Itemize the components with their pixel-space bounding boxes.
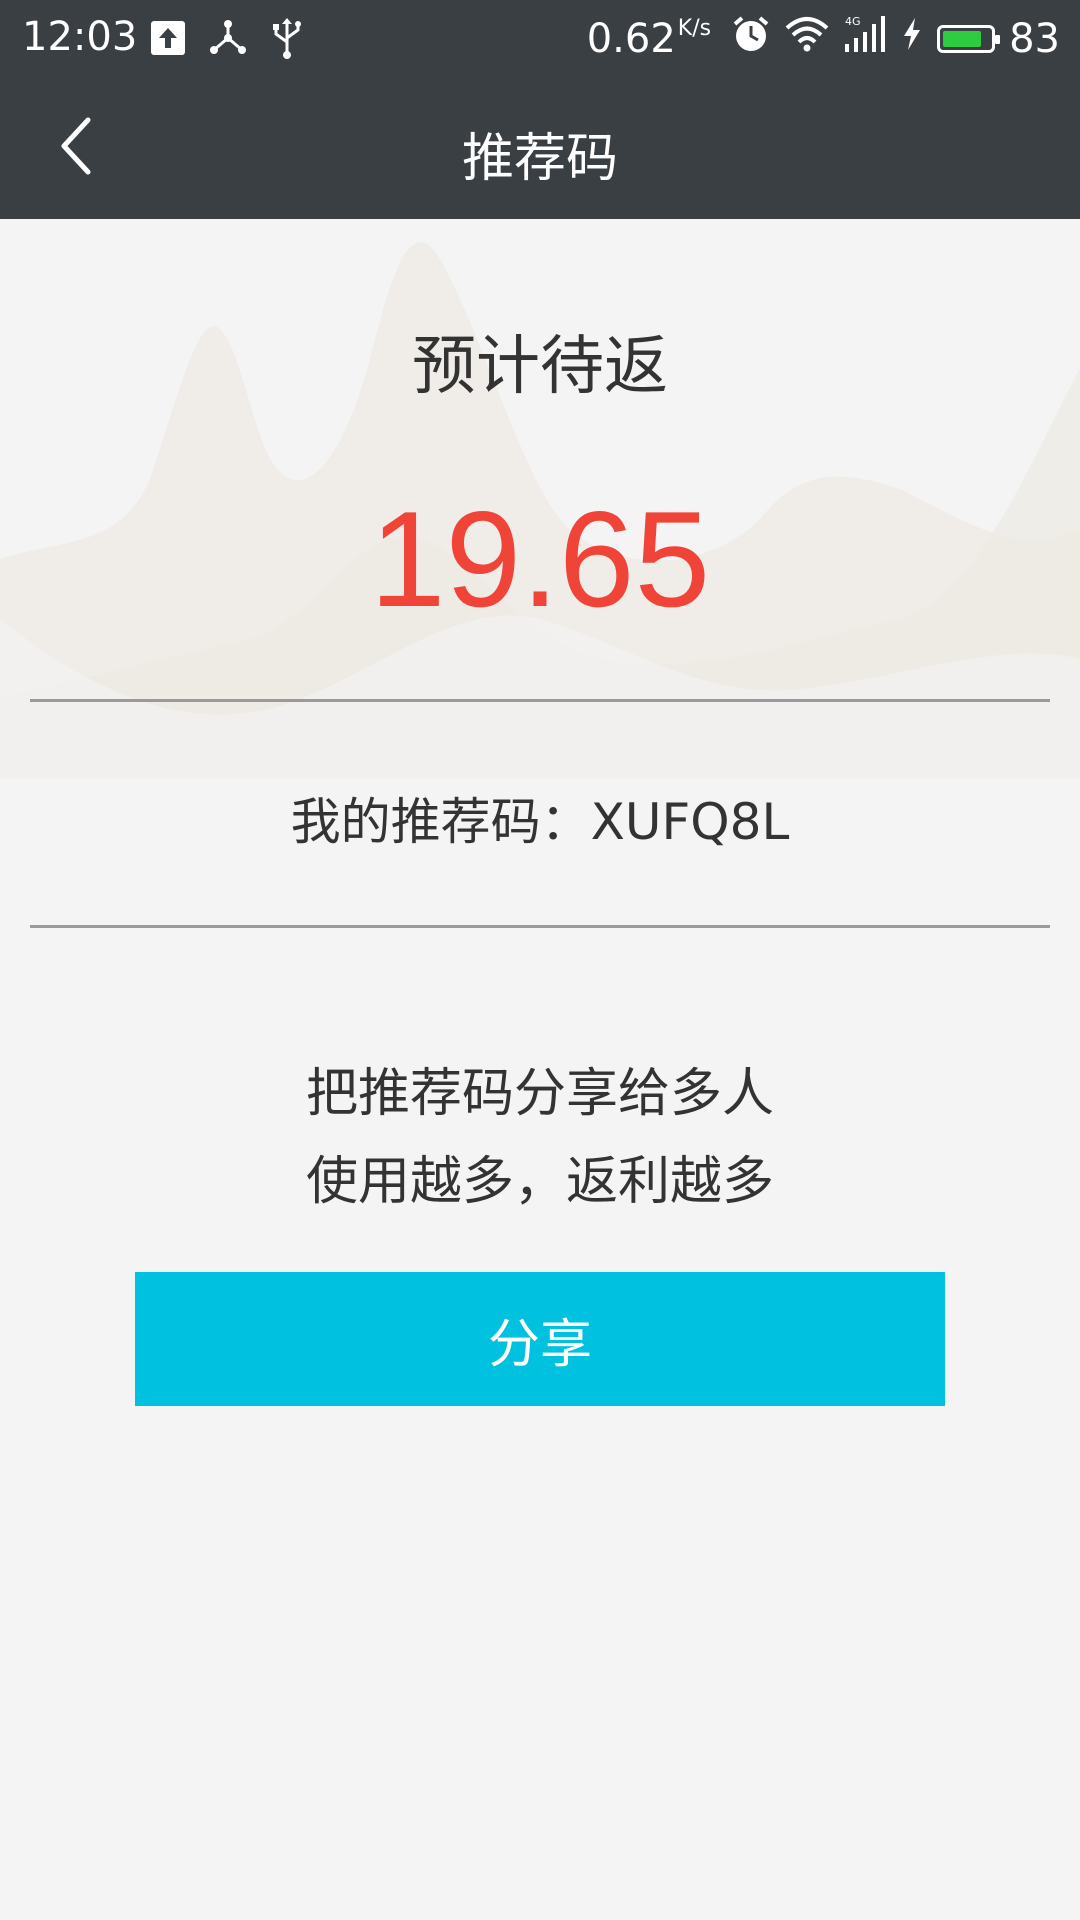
nav-bar: 推荐码 [0, 78, 1080, 219]
status-time: 12:03 [22, 14, 138, 60]
alarm-icon [731, 14, 771, 64]
share-nodes-icon [208, 18, 248, 68]
rebate-amount: 19.65 [369, 483, 711, 635]
signal-4g-icon: 4G [843, 14, 887, 64]
page-title: 推荐码 [461, 129, 618, 189]
referral-code: 我的推荐码：XUFQ8L [290, 793, 790, 851]
status-right: 0.62K/s 4G 83 [587, 14, 1060, 64]
battery-fill [943, 31, 982, 47]
battery-level: 83 [1009, 16, 1060, 62]
svg-text:4G: 4G [845, 15, 861, 28]
divider [30, 925, 1050, 928]
share-tip-line-2: 使用越多，返利越多 [305, 1152, 774, 1212]
share-tip-line-1: 把推荐码分享给多人 [305, 1064, 774, 1124]
net-speed-unit: K/s [677, 16, 712, 41]
wifi-icon [785, 16, 829, 62]
rebate-label: 预计待返 [412, 330, 668, 404]
upload-icon [150, 20, 186, 66]
net-speed: 0.62K/s [586, 16, 712, 62]
status-bar: 12:03 0.62K/s 4G 83 [0, 0, 1080, 78]
status-left-icons [150, 16, 304, 70]
usb-icon [270, 16, 304, 70]
share-button[interactable]: 分享 [135, 1272, 945, 1406]
main-content: 预计待返 19.65 我的推荐码：XUFQ8L 把推荐码分享给多人 使用越多，返… [0, 219, 1080, 1920]
battery-icon [937, 25, 1001, 53]
divider [30, 699, 1050, 702]
charging-icon [901, 16, 923, 62]
